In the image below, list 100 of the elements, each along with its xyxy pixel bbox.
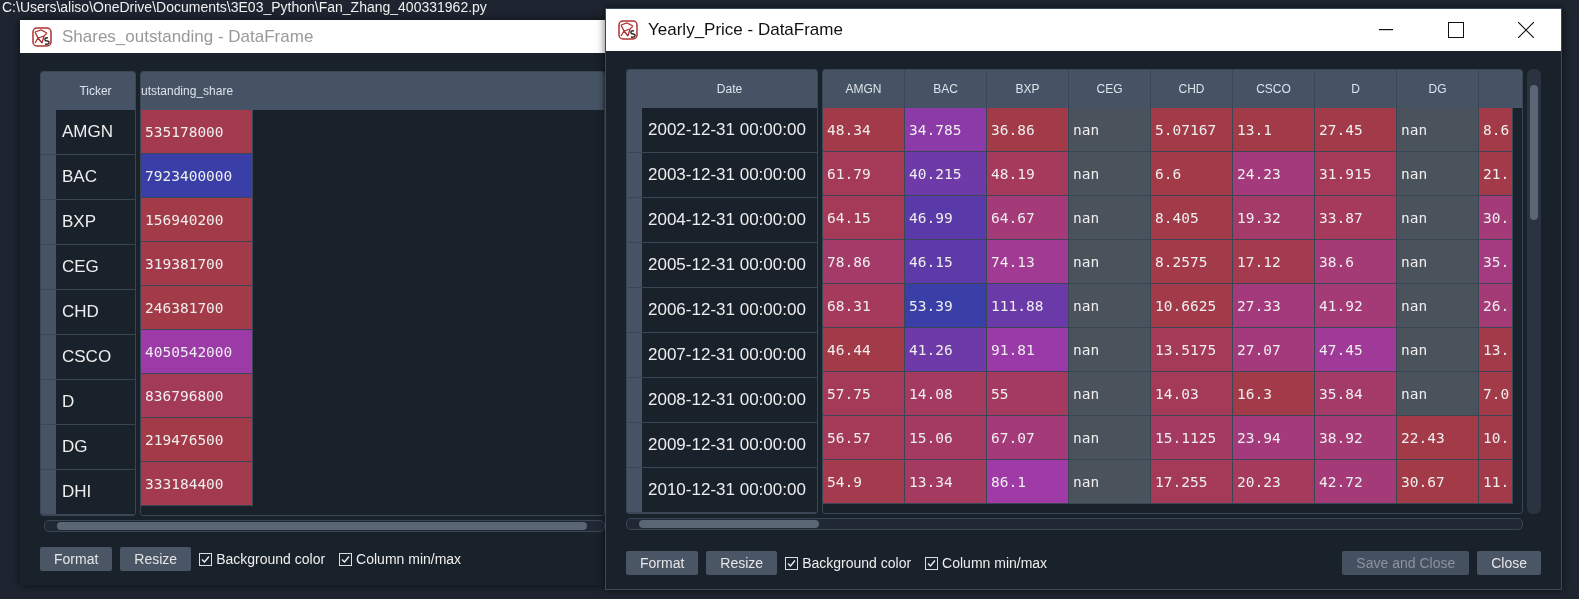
scroll-thumb[interactable] [639,520,819,528]
column-header[interactable]: D [1315,70,1397,108]
column-header[interactable]: CEG [1069,70,1151,108]
window-title: Shares_outstanding - DataFrame [62,26,314,47]
toolbar-button[interactable]: Resize [706,551,778,575]
minimize-icon [1379,29,1393,31]
table-cell: 38.92 [1315,416,1397,460]
checkbox-label: Column min/max [356,551,462,567]
table-cell: 46.99 [905,196,987,240]
table-cell: 36.86 [987,108,1069,152]
window-title: Yearly_Price - DataFrame [648,20,843,40]
row-gutter [41,245,56,289]
table-cell: nan [1397,196,1479,240]
table-cell: 27.33 [1233,284,1315,328]
row-gutter [627,378,642,422]
column-header[interactable]: CHD [1151,70,1233,108]
row-gutter [41,380,56,424]
checkbox[interactable] [199,552,213,566]
table-cell: 8.405 [1151,196,1233,240]
horizontal-scrollbar[interactable] [44,520,605,532]
checkmark-icon [200,553,212,565]
checkbox-label: Background color [216,551,326,567]
table-cell: 14.08 [905,372,987,416]
table-cell: 7.0 [1479,372,1513,416]
table-cell: 30. [1479,196,1513,240]
row-gutter [627,243,642,287]
checkbox-label: Column min/max [942,555,1048,571]
column-header[interactable]: CSCO [1233,70,1315,108]
toolbar-button[interactable]: Format [40,547,113,571]
column-header[interactable]: utstanding_share [141,72,604,110]
checkmark-icon [926,557,938,569]
table-cell: nan [1069,372,1151,416]
table-cell: 61.79 [823,152,905,196]
table-cell: 41.92 [1315,284,1397,328]
dialog-button[interactable]: Close [1477,551,1541,575]
row-gutter [41,425,56,469]
table-cell: nan [1397,108,1479,152]
table-cell: 111.88 [987,284,1069,328]
table-cell: 46.15 [905,240,987,284]
table-cell: 319381700 [141,242,253,286]
row-gutter [627,288,642,332]
table-cell: 23.94 [1233,416,1315,460]
table-cell: 35. [1479,240,1513,284]
table-cell: 67.07 [987,416,1069,460]
table-cell: 5.07167 [1151,108,1233,152]
table-cell: 333184400 [141,462,253,506]
table-cell: 17.255 [1151,460,1233,504]
table-cell: 33.87 [1315,196,1397,240]
table-cell: 86.1 [987,460,1069,504]
table-cell: 35.84 [1315,372,1397,416]
row-gutter [627,423,642,467]
table-cell: 91.81 [987,328,1069,372]
toolbar-button[interactable]: Format [626,551,699,575]
index-header[interactable]: Date [642,70,817,108]
table-cell: 53.39 [905,284,987,328]
row-gutter [41,290,56,334]
toolbar-button[interactable]: Resize [120,547,192,571]
table-cell: 4050542000 [141,330,253,374]
table-cell: 13. [1479,328,1513,372]
column-header[interactable]: DG [1397,70,1479,108]
table-cell: 14.03 [1151,372,1233,416]
table-cell: 48.34 [823,108,905,152]
table-cell: nan [1397,328,1479,372]
table-cell: 47.45 [1315,328,1397,372]
table-cell: 31.915 [1315,152,1397,196]
table-cell: 13.1 [1233,108,1315,152]
table-cell: 10. [1479,416,1513,460]
table-cell: 34.785 [905,108,987,152]
checkbox[interactable] [785,556,799,570]
table-cell: 27.07 [1233,328,1315,372]
checkbox-label: Background color [802,555,912,571]
table-cell: nan [1069,240,1151,284]
table-cell: 22.43 [1397,416,1479,460]
index-header[interactable]: Ticker [56,72,135,110]
table-cell: 16.3 [1233,372,1315,416]
checkmark-icon [340,553,352,565]
table-cell: 13.34 [905,460,987,504]
horizontal-scrollbar[interactable] [626,518,1523,530]
table-cell: 27.45 [1315,108,1397,152]
checkbox[interactable] [925,556,939,570]
table-cell: 42.72 [1315,460,1397,504]
app-icon [32,26,52,47]
table-cell: nan [1397,372,1479,416]
table-cell: nan [1397,152,1479,196]
table-cell: 38.6 [1315,240,1397,284]
column-header[interactable]: BAC [905,70,987,108]
table-cell: 15.1125 [1151,416,1233,460]
column-header[interactable]: BXP [987,70,1069,108]
column-header[interactable]: AMGN [823,70,905,108]
row-gutter [627,198,642,242]
checkmark-icon [786,557,798,569]
table-cell: 54.9 [823,460,905,504]
table-cell: 24.23 [1233,152,1315,196]
vertical-scrollbar[interactable] [1527,69,1541,514]
file-path: C:\Users\aliso\OneDrive\Documents\3E03_Python\Fan_Zhang_400331962.py [2,0,487,15]
checkbox[interactable] [339,552,353,566]
scroll-thumb[interactable] [57,522,587,530]
scroll-thumb[interactable] [1530,85,1538,220]
table-cell: 15.06 [905,416,987,460]
table-cell: nan [1397,284,1479,328]
